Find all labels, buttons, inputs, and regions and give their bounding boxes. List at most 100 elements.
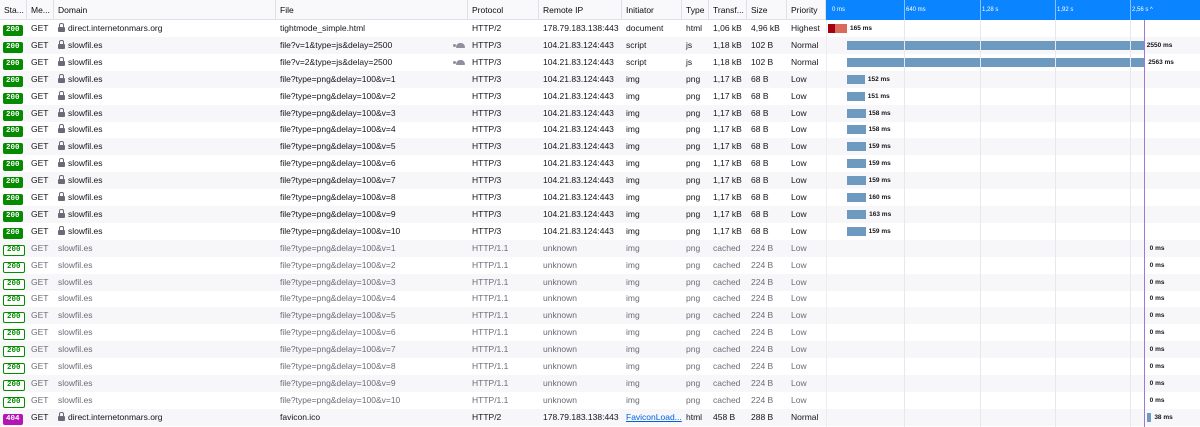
transferred-cell: cached <box>713 276 741 287</box>
method-cell: GET <box>31 259 49 270</box>
method-cell: GET <box>31 158 49 169</box>
type-cell: png <box>686 225 701 236</box>
column-header-remote-ip[interactable]: Remote IP <box>539 0 622 20</box>
request-row[interactable]: 200 GET slowfil.es file?v=2&type=js&delay=2… <box>0 54 1200 71</box>
status-badge: 200 <box>3 109 23 121</box>
priority-cell: Low <box>791 192 807 202</box>
domain-text: slowfil.es <box>58 344 93 355</box>
type-cell: png <box>686 90 701 101</box>
size-cell: 224 B <box>751 344 774 355</box>
initiator-cell: img <box>626 107 640 118</box>
request-row[interactable]: 200 GET slowfil.es file?type=png&delay=100&… <box>0 88 1200 105</box>
column-header-bar: Sta... Me... Domain File Protocol Remote… <box>0 0 1200 20</box>
domain-cell: slowfil.es <box>54 88 276 105</box>
waterfall-bar[interactable] <box>847 159 866 169</box>
column-header-priority[interactable]: Priority <box>787 0 826 20</box>
request-row[interactable]: 200 GET slowfil.es file?type=png&delay=100&… <box>0 138 1200 156</box>
request-row[interactable]: 200 GET slowfil.es file?type=png&delay=100&… <box>0 307 1200 325</box>
request-row[interactable]: 200 GET slowfil.es file?type=png&delay=100&… <box>0 374 1200 392</box>
request-row[interactable]: 200 GET slowfil.es file?type=png&delay=100&… <box>0 104 1200 122</box>
waterfall-bar[interactable] <box>847 193 866 202</box>
initiator-cell: img <box>626 73 640 84</box>
status-badge: 200 <box>3 58 23 70</box>
waterfall-divider <box>826 20 827 427</box>
type-cell: png <box>686 310 701 321</box>
request-row[interactable]: 200 GET direct.internetonmars.org tightmode… <box>0 20 1200 37</box>
initiator-cell: img <box>626 344 640 355</box>
request-row[interactable]: 200 GET slowfil.es file?type=png&delay=100&… <box>0 273 1200 291</box>
status-cell: 200 <box>0 375 27 392</box>
domain-text: slowfil.es <box>68 208 103 219</box>
column-header-domain[interactable]: Domain <box>54 0 276 20</box>
request-row[interactable]: 200 GET slowfil.es file?type=png&delay=100&… <box>0 290 1200 307</box>
column-header-status[interactable]: Sta... <box>0 0 27 20</box>
status-cell: 200 <box>0 71 27 88</box>
method-cell: GET <box>31 293 49 304</box>
method-cell: GET <box>31 411 49 422</box>
initiator-cell: img <box>626 293 640 304</box>
column-header-method[interactable]: Me... <box>27 0 54 20</box>
column-header-transferred[interactable]: Transf... <box>709 0 747 20</box>
protocol-cell: HTTP/1.1 <box>472 377 509 388</box>
transferred-cell: 458 B <box>713 411 736 422</box>
request-row[interactable]: 200 GET slowfil.es file?type=png&delay=100&… <box>0 121 1200 138</box>
status-badge: 200 <box>3 244 25 256</box>
waterfall-bar[interactable] <box>847 74 865 84</box>
size-cell: 224 B <box>751 276 774 287</box>
request-row[interactable]: 200 GET slowfil.es file?type=png&delay=100&… <box>0 324 1200 341</box>
waterfall-bar[interactable] <box>847 108 866 118</box>
domain-text: slowfil.es <box>68 124 103 135</box>
waterfall-bar[interactable] <box>847 125 866 135</box>
initiator-link[interactable]: FaviconLoad... <box>626 412 682 422</box>
request-row[interactable]: 200 GET slowfil.es file?type=png&delay=100&… <box>0 358 1200 375</box>
request-row[interactable]: 200 GET slowfil.es file?type=png&delay=100&… <box>0 172 1200 190</box>
domain-text: slowfil.es <box>68 175 103 186</box>
domain-cell: slowfil.es <box>54 138 276 155</box>
waterfall-bar[interactable] <box>847 226 866 236</box>
file-cell: file?type=png&delay=100&v=2 <box>276 257 468 274</box>
column-header-size[interactable]: Size <box>747 0 787 20</box>
request-row[interactable]: 200 GET slowfil.es file?type=png&delay=100&… <box>0 155 1200 172</box>
waterfall-bar[interactable] <box>847 91 865 101</box>
file-text: file?type=png&delay=100&v=4 <box>280 124 396 135</box>
waterfall-bar[interactable] <box>847 40 1144 50</box>
waterfall-tick-label: 2,56 s <box>1132 7 1149 13</box>
status-cell: 200 <box>0 240 27 257</box>
file-cell: file?type=png&delay=100&v=5 <box>276 138 468 155</box>
status-cell: 200 <box>0 290 27 307</box>
column-header-type[interactable]: Type <box>682 0 709 20</box>
status-cell: 200 <box>0 307 27 324</box>
domain-cell: slowfil.es <box>54 105 276 122</box>
column-header-initiator[interactable]: Initiator <box>622 0 682 20</box>
request-row[interactable]: 200 GET slowfil.es file?type=png&delay=100&… <box>0 239 1200 257</box>
waterfall-bar[interactable] <box>847 142 866 152</box>
request-row[interactable]: 200 GET slowfil.es file?type=png&delay=100&… <box>0 205 1200 223</box>
domain-cell: slowfil.es <box>54 375 276 392</box>
method-cell: GET <box>31 377 49 388</box>
remote-ip-cell: unknown <box>543 361 578 371</box>
status-badge: 200 <box>3 143 23 155</box>
request-row[interactable]: 200 GET slowfil.es file?type=png&delay=100&… <box>0 70 1200 88</box>
request-row[interactable]: 200 GET slowfil.es file?type=png&delay=100&… <box>0 392 1200 409</box>
waterfall-tick: 1,92 s <box>1057 7 1074 13</box>
size-cell: 224 B <box>751 310 774 321</box>
request-row[interactable]: 200 GET slowfil.es file?v=1&type=js&delay=2… <box>0 36 1200 54</box>
column-header-protocol[interactable]: Protocol <box>468 0 539 20</box>
lock-icon <box>58 141 65 151</box>
waterfall-bar[interactable] <box>847 209 867 219</box>
waterfall-header[interactable]: 0 ms 640 ms 1,28 s 1,92 s 2,56 s ^ <box>826 0 1200 20</box>
request-row[interactable]: 404 GET direct.internetonmars.org favicon.i… <box>0 408 1200 426</box>
request-row[interactable]: 200 GET slowfil.es file?type=png&delay=100&… <box>0 257 1200 274</box>
waterfall-bar[interactable] <box>1146 412 1152 422</box>
type-cell: png <box>686 327 701 338</box>
request-row[interactable]: 200 GET slowfil.es file?type=png&delay=100&… <box>0 189 1200 206</box>
transferred-cell: 1,17 kB <box>713 175 742 186</box>
file-text: file?type=png&delay=100&v=7 <box>280 344 396 355</box>
waterfall-bar[interactable] <box>847 176 866 186</box>
column-header-file[interactable]: File <box>276 0 468 20</box>
request-row[interactable]: 200 GET slowfil.es file?type=png&delay=100&… <box>0 223 1200 240</box>
request-row[interactable]: 200 GET slowfil.es file?type=png&delay=100&… <box>0 341 1200 359</box>
size-cell: 68 B <box>751 158 769 169</box>
waterfall-bar[interactable] <box>847 57 1146 67</box>
file-cell: file?type=png&delay=100&v=7 <box>276 341 468 358</box>
